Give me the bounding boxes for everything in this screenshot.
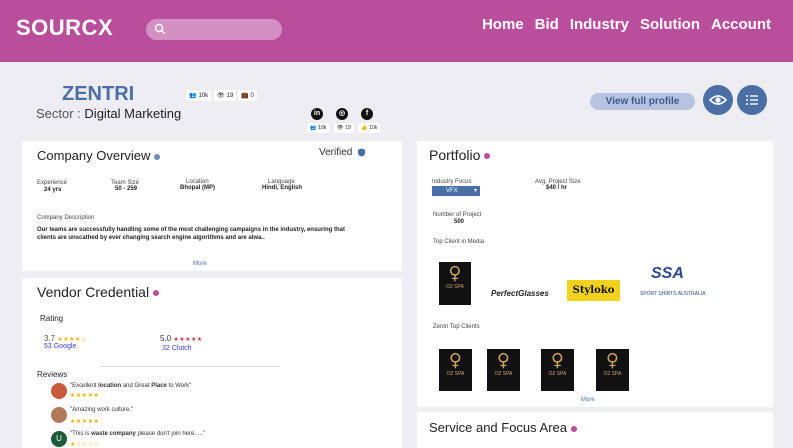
portfolio-title: Portfolio <box>429 147 491 163</box>
eye-icon: 👁 <box>217 93 225 99</box>
review-text: "Excellent location and Great Place to W… <box>70 383 192 389</box>
top-client-logo: ♀ O2 SPA <box>439 349 472 391</box>
search-input[interactable] <box>146 19 282 40</box>
reviews-label: Reviews <box>37 370 68 379</box>
rating-label: Rating <box>40 314 64 323</box>
main-nav: Home Bid Industry Solution Account <box>482 16 771 33</box>
list-button[interactable] <box>737 85 767 115</box>
view-full-profile-button[interactable]: View full profile <box>590 93 695 110</box>
clutch-review-count[interactable]: 32 Clutch <box>162 345 192 352</box>
shield-check-icon <box>358 148 366 157</box>
social-views: 👁 19 <box>334 123 354 133</box>
review-stars: ★☆☆☆☆ <box>70 442 100 448</box>
info-icon <box>154 153 161 160</box>
nav-bid[interactable]: Bid <box>535 16 559 33</box>
review-text: "This is waste company please don't join… <box>70 431 205 437</box>
social-likes: 👍 10k <box>358 123 381 133</box>
vendor-credential-title: Vendor Credential <box>37 284 160 300</box>
company-sector: Sector : Digital Marketing <box>36 106 181 121</box>
avg-project-value: $40 / hr <box>546 185 568 191</box>
google-rating: 3.7 ★★★★☆ <box>44 334 87 343</box>
chevron-down-icon: ▾ <box>473 188 477 194</box>
indicator-dot <box>484 153 491 160</box>
top-client-logo: ♀ O2 SPA <box>596 349 629 391</box>
nav-home[interactable]: Home <box>482 16 524 33</box>
nav-solution[interactable]: Solution <box>640 16 700 33</box>
like-icon: 👍 <box>361 125 368 131</box>
linkedin-icon[interactable]: in <box>311 108 323 120</box>
nav-industry[interactable]: Industry <box>570 16 629 33</box>
google-review-count[interactable]: 53 Google <box>44 343 76 350</box>
projects-stat: 💼 0 <box>238 90 257 101</box>
sector-value: Digital Marketing <box>84 106 182 121</box>
o2-spa-icon: ♀ <box>605 350 620 371</box>
company-name: ZENTRI <box>62 83 135 105</box>
sector-label: Sector : <box>36 106 81 121</box>
experience-value: 24 yrs <box>44 187 62 193</box>
o2-spa-icon: ♀ <box>448 263 462 284</box>
facebook-icon[interactable]: f <box>361 108 373 120</box>
avatar <box>51 383 67 399</box>
review-text: "Amazing work culture." <box>70 407 134 413</box>
description-label: Company Description <box>37 215 95 221</box>
review-stars: ★★★★★ <box>70 419 100 425</box>
overview-more-link[interactable]: More <box>193 261 207 267</box>
ssa-subtitle: SPORT SHIRTS AUSTRALIA <box>640 291 706 297</box>
top-client-logo: ♀ O2 SPA <box>487 349 520 391</box>
followers-stat: 👥 10k <box>186 90 212 101</box>
top-clients-label: Zentri Top Clients <box>433 324 480 330</box>
company-overview-title: Company Overview <box>37 148 161 163</box>
divider <box>100 366 280 367</box>
briefcase-icon: 💼 <box>241 93 249 99</box>
company-description: Our teams are successfully handling some… <box>37 227 345 241</box>
industry-focus-label: Industry Focus <box>432 179 472 185</box>
location-value: Bhopal (MP) <box>180 185 215 191</box>
instagram-icon[interactable]: ◎ <box>336 108 348 120</box>
top-client-logo: ♀ O2 SPA <box>541 349 574 391</box>
o2-spa-icon: ♀ <box>496 350 511 371</box>
rating-stars: ★★★★★ <box>173 337 203 343</box>
client-logo-perfect-glasses: PerfectGlasses <box>491 289 549 298</box>
o2-spa-icon: ♀ <box>448 350 463 371</box>
indicator-dot <box>571 425 578 432</box>
avatar: U <box>51 431 67 447</box>
num-project-label: Number of Project <box>433 212 482 218</box>
avatar <box>51 407 67 423</box>
client-logo-o2-spa: ♀ O2 SPA <box>439 262 471 305</box>
industry-focus-select[interactable]: VFX ▾ <box>432 186 480 196</box>
nav-account[interactable]: Account <box>711 16 771 33</box>
team-size-value: 50 - 259 <box>115 186 138 192</box>
num-project-value: 500 <box>454 219 465 225</box>
views-stat: 👁 19 <box>214 90 237 101</box>
list-icon <box>746 95 758 105</box>
review-stars: ★★★★★ <box>70 393 100 399</box>
people-icon: 👥 <box>310 125 317 131</box>
client-logo-styloko: Styloko <box>567 280 620 301</box>
eye-icon: 👁 <box>337 125 344 131</box>
client-logo-ssa: SSA <box>651 265 684 282</box>
brand-logo[interactable]: SOURCX <box>16 15 113 41</box>
clutch-rating: 5.0 ★★★★★ <box>160 334 203 343</box>
top-client-media-label: Top Client in Media <box>433 239 485 245</box>
people-icon: 👥 <box>189 93 197 99</box>
social-followers: 👥 10k <box>307 123 330 133</box>
experience-label: Experience <box>37 180 68 186</box>
eye-icon <box>708 95 728 105</box>
portfolio-more-link[interactable]: More <box>581 397 595 403</box>
verified-badge: Verified <box>319 147 366 158</box>
indicator-dot <box>153 290 160 297</box>
o2-spa-icon: ♀ <box>550 350 565 371</box>
service-focus-title: Service and Focus Area <box>429 420 578 435</box>
view-button[interactable] <box>703 85 733 115</box>
language-value: Hindi, English <box>262 185 302 191</box>
search-icon <box>154 23 165 34</box>
